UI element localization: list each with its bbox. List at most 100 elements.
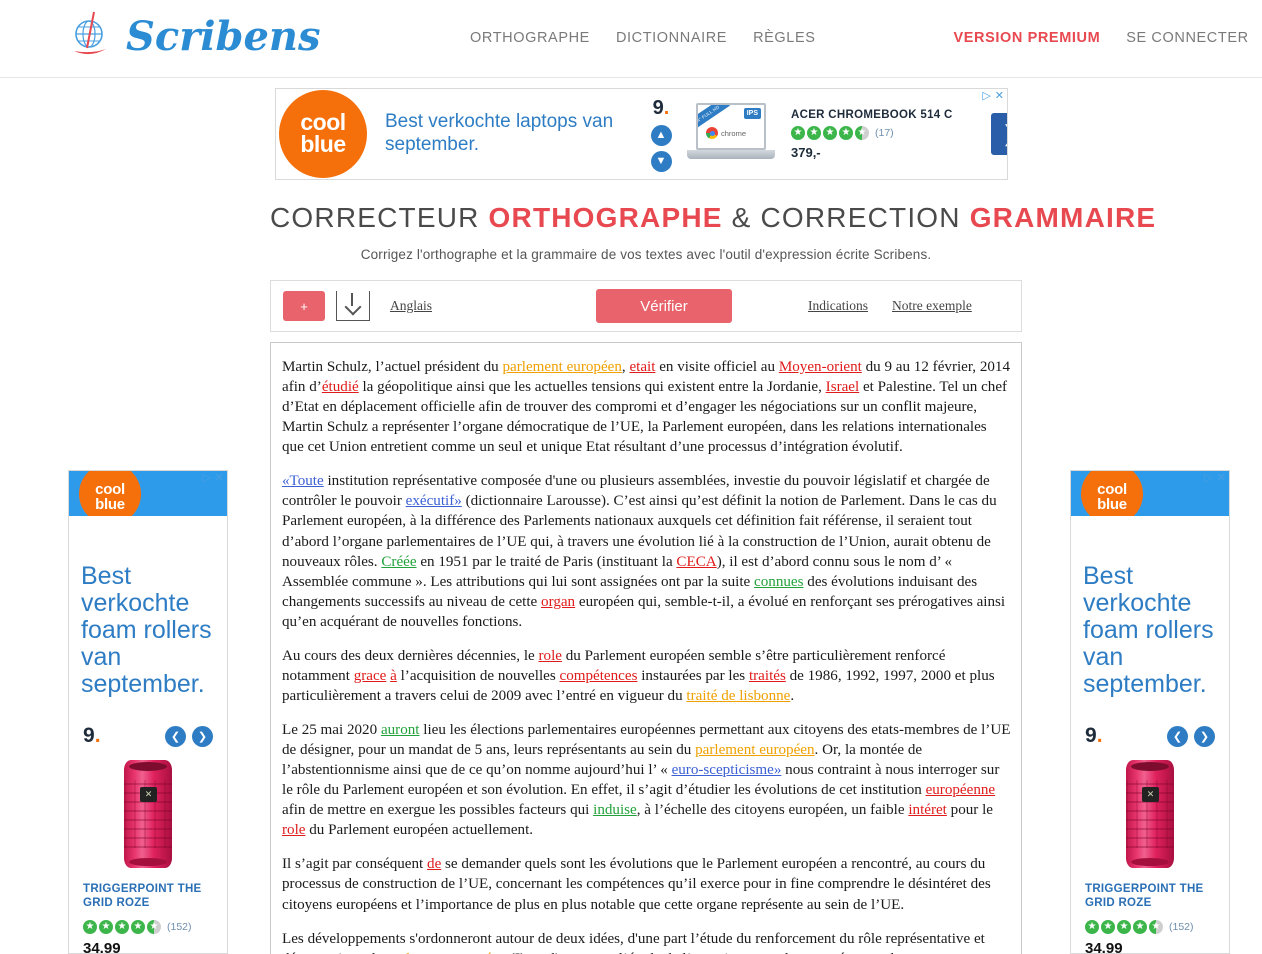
error-token[interactable]: de xyxy=(427,856,441,872)
sidebar-rating: (152) xyxy=(69,911,227,934)
close-icon[interactable]: ✕ xyxy=(215,473,224,484)
close-icon[interactable]: ✕ xyxy=(995,91,1004,102)
next-icon[interactable]: ❯ xyxy=(192,725,213,747)
banner-rank-control: 9. ▲ ▼ xyxy=(641,97,681,172)
nav-item-version-premium[interactable]: VERSION PREMIUM xyxy=(954,30,1101,46)
laptop-ips-badge: IPS xyxy=(743,108,761,119)
error-token[interactable]: traité de lisbonne xyxy=(686,688,790,704)
site-logo[interactable]: Scribens xyxy=(70,10,321,62)
top-banner-ad[interactable]: cool blue Best verkochte laptops van sep… xyxy=(275,88,1008,180)
site-header: Scribens ORTHOGRAPHE DICTIONNAIRE RÈGLES… xyxy=(0,0,1262,78)
sidebar-carousel-nav: ❮ ❯ xyxy=(1167,725,1215,747)
sidebar-rank-row: 9. ❮ ❯ xyxy=(1071,698,1229,748)
error-token[interactable]: euro-scepticisme» xyxy=(672,762,782,778)
error-token[interactable]: exécutif» xyxy=(406,493,462,509)
error-token[interactable]: parlement européen xyxy=(695,742,814,758)
error-token[interactable]: grace xyxy=(354,668,387,684)
coolblue-logo-icon: cool blue xyxy=(79,471,141,516)
verify-button[interactable]: Vérifier xyxy=(596,289,732,323)
title-part-grammaire: GRAMMAIRE xyxy=(969,202,1157,233)
next-icon[interactable]: ❯ xyxy=(1194,725,1215,747)
page-subtitle: Corrigez l'orthographe et la grammaire d… xyxy=(360,247,932,262)
editor-toolbar: + Anglais Vérifier Indications Notre exe… xyxy=(270,280,1022,332)
star-half-icon xyxy=(855,125,869,140)
prev-icon[interactable]: ❮ xyxy=(1167,725,1188,747)
nav-item-dictionnaire[interactable]: DICTIONNAIRE xyxy=(616,30,727,46)
error-token[interactable]: organ xyxy=(541,594,575,610)
error-token[interactable]: Moyen-orient xyxy=(779,359,862,375)
star-icon xyxy=(83,919,97,934)
error-token[interactable]: intéret xyxy=(908,802,947,818)
chrome-icon xyxy=(706,127,718,139)
banner-next-button[interactable]: ❯ xyxy=(991,113,1007,155)
adchoices-icon[interactable]: ▷ xyxy=(982,91,990,102)
foam-roller-icon: ✕ xyxy=(124,760,172,868)
error-token[interactable]: parlement européen xyxy=(387,951,506,954)
coolblue-logo-icon: cool blue xyxy=(279,90,367,178)
error-token[interactable]: traités xyxy=(749,668,786,684)
adchoices-icon[interactable]: ▷ xyxy=(1204,473,1212,484)
add-button[interactable]: + xyxy=(283,291,325,321)
star-icon xyxy=(1085,919,1099,934)
coolblue-logo-icon: cool blue xyxy=(1081,471,1143,516)
error-token[interactable]: auront xyxy=(381,722,420,738)
indications-link[interactable]: Indications xyxy=(808,298,868,314)
coolblue-logo-line2: blue xyxy=(95,495,125,513)
error-token[interactable]: role xyxy=(282,822,305,838)
sidebar-review-count: (152) xyxy=(1169,920,1194,933)
error-token[interactable]: parlement européen xyxy=(502,359,621,375)
nav-item-orthographe[interactable]: ORTHOGRAPHE xyxy=(470,30,590,46)
download-icon[interactable] xyxy=(336,291,370,321)
banner-product-title: ACER CHROMEBOOK 514 C xyxy=(791,108,953,121)
nav-item-se-connecter[interactable]: SE CONNECTER xyxy=(1126,30,1248,46)
sidebar-ad-badges: ▷ ✕ xyxy=(1204,473,1226,484)
close-icon[interactable]: ✕ xyxy=(1217,473,1226,484)
banner-up-arrow-icon[interactable]: ▲ xyxy=(650,124,672,146)
brand-badge-icon: ✕ xyxy=(1142,787,1159,802)
error-token[interactable]: européenne xyxy=(926,782,996,798)
coolblue-logo-line2: blue xyxy=(1097,495,1127,513)
language-link[interactable]: Anglais xyxy=(390,298,432,314)
error-token[interactable]: role xyxy=(539,648,562,664)
globe-pen-logo-icon xyxy=(70,10,116,62)
error-token[interactable]: Créée xyxy=(381,554,416,570)
error-token[interactable]: à xyxy=(390,668,397,684)
prev-icon[interactable]: ❮ xyxy=(165,725,186,747)
sidebar-product-image: ✕ xyxy=(69,760,227,868)
sidebar-price: 34,99 xyxy=(1085,939,1123,954)
sidebar-carousel-nav: ❮ ❯ xyxy=(165,725,213,747)
error-token[interactable]: induise xyxy=(593,802,637,818)
laptop-base xyxy=(687,150,775,159)
left-sidebar-ad[interactable]: cool blue ▷ ✕ Best verkochte foam roller… xyxy=(68,470,228,954)
star-icon xyxy=(1133,919,1147,934)
banner-down-arrow-icon[interactable]: ▼ xyxy=(650,150,672,172)
example-link[interactable]: Notre exemple xyxy=(892,298,972,314)
star-icon xyxy=(807,125,821,140)
banner-ad-badges: ▷ ✕ xyxy=(982,91,1004,102)
sidebar-rank-row: 9. ❮ ❯ xyxy=(69,698,227,748)
right-sidebar-ad[interactable]: cool blue ▷ ✕ Best verkochte foam roller… xyxy=(1070,470,1230,954)
error-token[interactable]: compétences xyxy=(560,668,638,684)
banner-rank-number: 9. xyxy=(652,96,670,119)
error-token[interactable]: Israel xyxy=(826,379,860,395)
star-icon xyxy=(823,125,837,140)
banner-price: 379,- xyxy=(791,144,821,160)
error-token[interactable]: etait xyxy=(629,359,655,375)
error-token[interactable]: «Toute xyxy=(282,473,324,489)
laptop-screen: 14" FULL HD IPS chrome xyxy=(696,103,766,150)
main-content: cool blue Best verkochte laptops van sep… xyxy=(270,88,1155,954)
sidebar-ad-header: cool blue ▷ ✕ xyxy=(1071,471,1229,516)
laptop-product-image: 14" FULL HD IPS chrome xyxy=(687,103,775,165)
star-half-icon xyxy=(147,919,161,934)
error-token[interactable]: CECA xyxy=(676,554,716,570)
error-token[interactable]: connues xyxy=(754,574,803,590)
sidebar-ad-badges: ▷ ✕ xyxy=(202,473,224,484)
banner-rating: (17) xyxy=(791,125,981,140)
nav-item-regles[interactable]: RÈGLES xyxy=(753,30,815,46)
error-token[interactable]: étudié xyxy=(322,379,359,395)
star-icon xyxy=(131,919,145,934)
adchoices-icon[interactable]: ▷ xyxy=(202,473,210,484)
star-icon xyxy=(1101,919,1115,934)
scribens-page: Scribens ORTHOGRAPHE DICTIONNAIRE RÈGLES… xyxy=(0,0,1262,954)
text-editor[interactable]: Martin Schulz, l’actuel président du par… xyxy=(270,342,1022,954)
